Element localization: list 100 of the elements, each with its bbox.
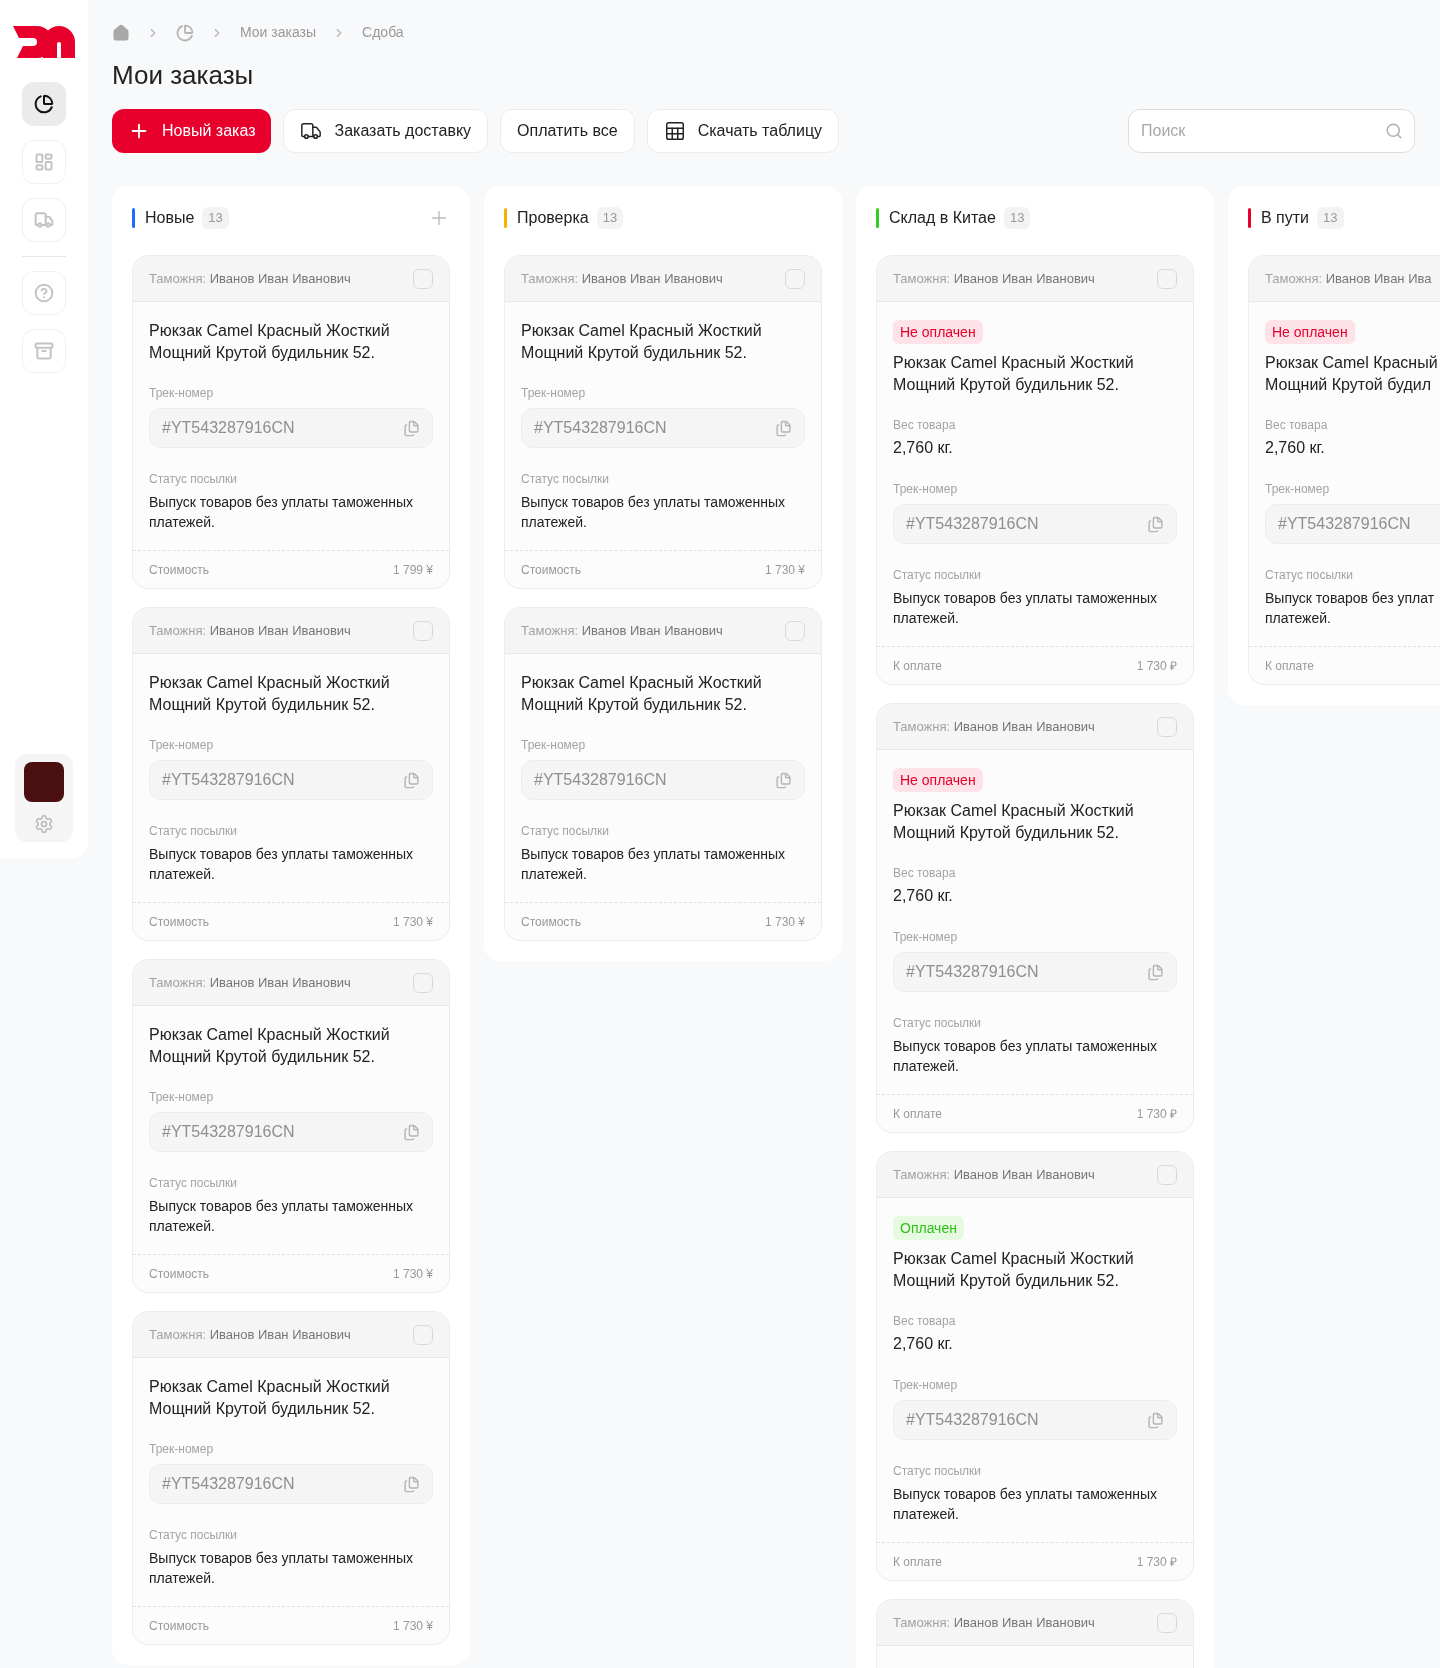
card-checkbox[interactable]: [1157, 716, 1177, 737]
track-number-field[interactable]: #YT543287916CN: [521, 760, 805, 800]
card-checkbox[interactable]: [1157, 1164, 1177, 1185]
logo-icon: [13, 24, 75, 58]
copy-icon[interactable]: [775, 419, 792, 437]
track-label: Трек-номер: [149, 1441, 215, 1458]
status-label: Статус посылки: [893, 567, 983, 584]
track-label: Трек-номер: [149, 1089, 215, 1106]
card-checkbox[interactable]: [785, 620, 805, 641]
toolbar-button[interactable]: Оплатить все: [500, 109, 635, 153]
track-number-field[interactable]: #YT543287916CN: [149, 408, 433, 448]
breadcrumb-link[interactable]: Сдоба: [362, 22, 404, 43]
card-checkbox[interactable]: [785, 268, 805, 289]
copy-icon[interactable]: [1147, 515, 1164, 533]
copy-icon[interactable]: [1147, 1411, 1164, 1429]
payment-status-badge: Оплачен: [893, 1216, 964, 1240]
price-text: 1 730 ¥: [392, 913, 433, 931]
footer-label: Стоимость: [149, 1617, 210, 1635]
search-icon: [1385, 122, 1403, 140]
status-text: Выпуск товаров без уплаты таможенных платежей.: [149, 1549, 415, 1588]
customs-text: Таможня: Иванов Иван Иванович: [149, 973, 351, 992]
track-label: Трек-номер: [893, 1377, 959, 1394]
weight-value: 2,760 кг.: [893, 438, 954, 458]
toolbar-button[interactable]: Скачать таблицу: [646, 109, 840, 153]
card-checkbox[interactable]: [413, 1324, 433, 1345]
status-label: Статус посылки: [149, 1527, 239, 1544]
track-number-field[interactable]: #YT543287916CN: [893, 952, 1177, 992]
footer-label: Стоимость: [521, 913, 582, 931]
home-icon[interactable]: [112, 23, 130, 42]
truck-icon: [300, 120, 323, 142]
weight-value: 2,760 кг.: [893, 886, 954, 906]
price-text: 1 730 ₽: [1136, 1105, 1177, 1123]
customs-text: Таможня: Иванов Иван Иванович: [893, 717, 1095, 736]
copy-icon[interactable]: [403, 1123, 420, 1141]
table-icon: [663, 120, 686, 142]
status-text: Выпуск товаров без уплаты таможенных платежей.: [893, 589, 1159, 628]
price-text: 1 730 ₽: [1136, 1553, 1177, 1571]
status-label: Статус посылки: [893, 1015, 983, 1032]
track-label: Трек-номер: [893, 481, 959, 498]
card-checkbox[interactable]: [1157, 1612, 1177, 1633]
customs-text: Таможня: Иванов Иван Иванович: [893, 1613, 1095, 1632]
avatar-photo-placeholder[interactable]: [24, 762, 64, 802]
toolbar-button[interactable]: Заказать доставку: [283, 109, 489, 153]
status-text: Выпуск товаров без уплаты таможенных платежей.: [149, 845, 415, 884]
pie-chart-icon: [34, 94, 54, 114]
search-field[interactable]: Поиск: [1128, 109, 1415, 153]
column-title: В пути: [1261, 208, 1310, 228]
pie-chart-icon[interactable]: [176, 23, 194, 42]
product-title: Рюкзак Camel Красный Жосткий Мощний Крутой будильник 52.: [149, 1377, 391, 1419]
product-title: Рюкзак Camel Красный Жосткий Мощний Крутой будильник 52.: [893, 353, 1135, 395]
card-checkbox[interactable]: [1157, 268, 1177, 289]
copy-icon[interactable]: [403, 771, 420, 789]
status-label: Статус посылки: [1265, 567, 1355, 584]
card-checkbox[interactable]: [413, 620, 433, 641]
copy-icon[interactable]: [775, 771, 792, 789]
status-label: Статус посылки: [149, 823, 239, 840]
track-number-field[interactable]: #YT543287916CN: [149, 1112, 433, 1152]
card-checkbox[interactable]: [413, 972, 433, 993]
toolbar-button[interactable]: Новый заказ: [112, 109, 272, 153]
product-title: Рюкзак Camel Красный Мощний Крутой будил: [1265, 353, 1439, 395]
help-icon: [34, 283, 54, 303]
price-text: 1 730 ¥: [392, 1617, 433, 1635]
customs-text: Таможня: Иванов Иван Иванович: [521, 621, 723, 640]
price-text: 1 730 ¥: [764, 561, 805, 579]
status-text: Выпуск товаров без уплаты таможенных платежей.: [149, 493, 415, 532]
weight-value: 2,760 кг.: [893, 1334, 954, 1354]
footer-label: Стоимость: [149, 913, 210, 931]
product-title: Рюкзак Camel Красный Жосткий Мощний Крутой будильник 52.: [149, 1025, 391, 1067]
track-number-field[interactable]: #YT543287916CN: [521, 408, 805, 448]
track-number-field[interactable]: #YT543287916CN: [149, 1464, 433, 1504]
archive-icon: [34, 341, 54, 361]
customs-text: Таможня: Иванов Иван Иванович: [893, 1165, 1095, 1184]
copy-icon[interactable]: [403, 419, 420, 437]
copy-icon[interactable]: [403, 1475, 420, 1493]
card-checkbox[interactable]: [413, 268, 433, 289]
footer-label: К оплате: [893, 657, 942, 675]
customs-text: Таможня: Иванов Иван Иванович: [149, 269, 351, 288]
column-title: Проверка: [517, 208, 589, 228]
breadcrumb-link[interactable]: Мои заказы: [240, 22, 317, 43]
weight-label: Вес товара: [1265, 417, 1329, 434]
track-number-field[interactable]: #YT543287916CN: [149, 760, 433, 800]
product-title: Рюкзак Camel Красный Жосткий Мощний Крутой будильник 52.: [521, 673, 763, 715]
footer-label: Стоимость: [149, 561, 210, 579]
customs-text: Таможня: Иванов Иван Иванович: [149, 621, 351, 640]
track-number-field[interactable]: #YT543287916CN: [1265, 504, 1440, 544]
track-label: Трек-номер: [521, 385, 587, 402]
product-title: Рюкзак Camel Красный Жосткий Мощний Крутой будильник 52.: [521, 321, 763, 363]
settings-icon[interactable]: [34, 814, 54, 834]
status-text: Выпуск товаров без уплаты таможенных платежей.: [893, 1485, 1159, 1524]
status-label: Статус посылки: [521, 823, 611, 840]
status-label: Статус посылки: [893, 1463, 983, 1480]
track-number-field[interactable]: #YT543287916CN: [893, 504, 1177, 544]
weight-value: 2,760 кг.: [1265, 438, 1326, 458]
product-title: Рюкзак Camel Красный Жосткий Мощний Крутой будильник 52.: [893, 1249, 1135, 1291]
status-text: Выпуск товаров без уплаты таможенных платежей.: [521, 493, 787, 532]
copy-icon[interactable]: [1147, 963, 1164, 981]
footer-label: К оплате: [893, 1553, 942, 1571]
sidebar-item[interactable]: [22, 82, 66, 126]
payment-status-badge: Не оплачен: [893, 320, 983, 344]
track-number-field[interactable]: #YT543287916CN: [893, 1400, 1177, 1440]
